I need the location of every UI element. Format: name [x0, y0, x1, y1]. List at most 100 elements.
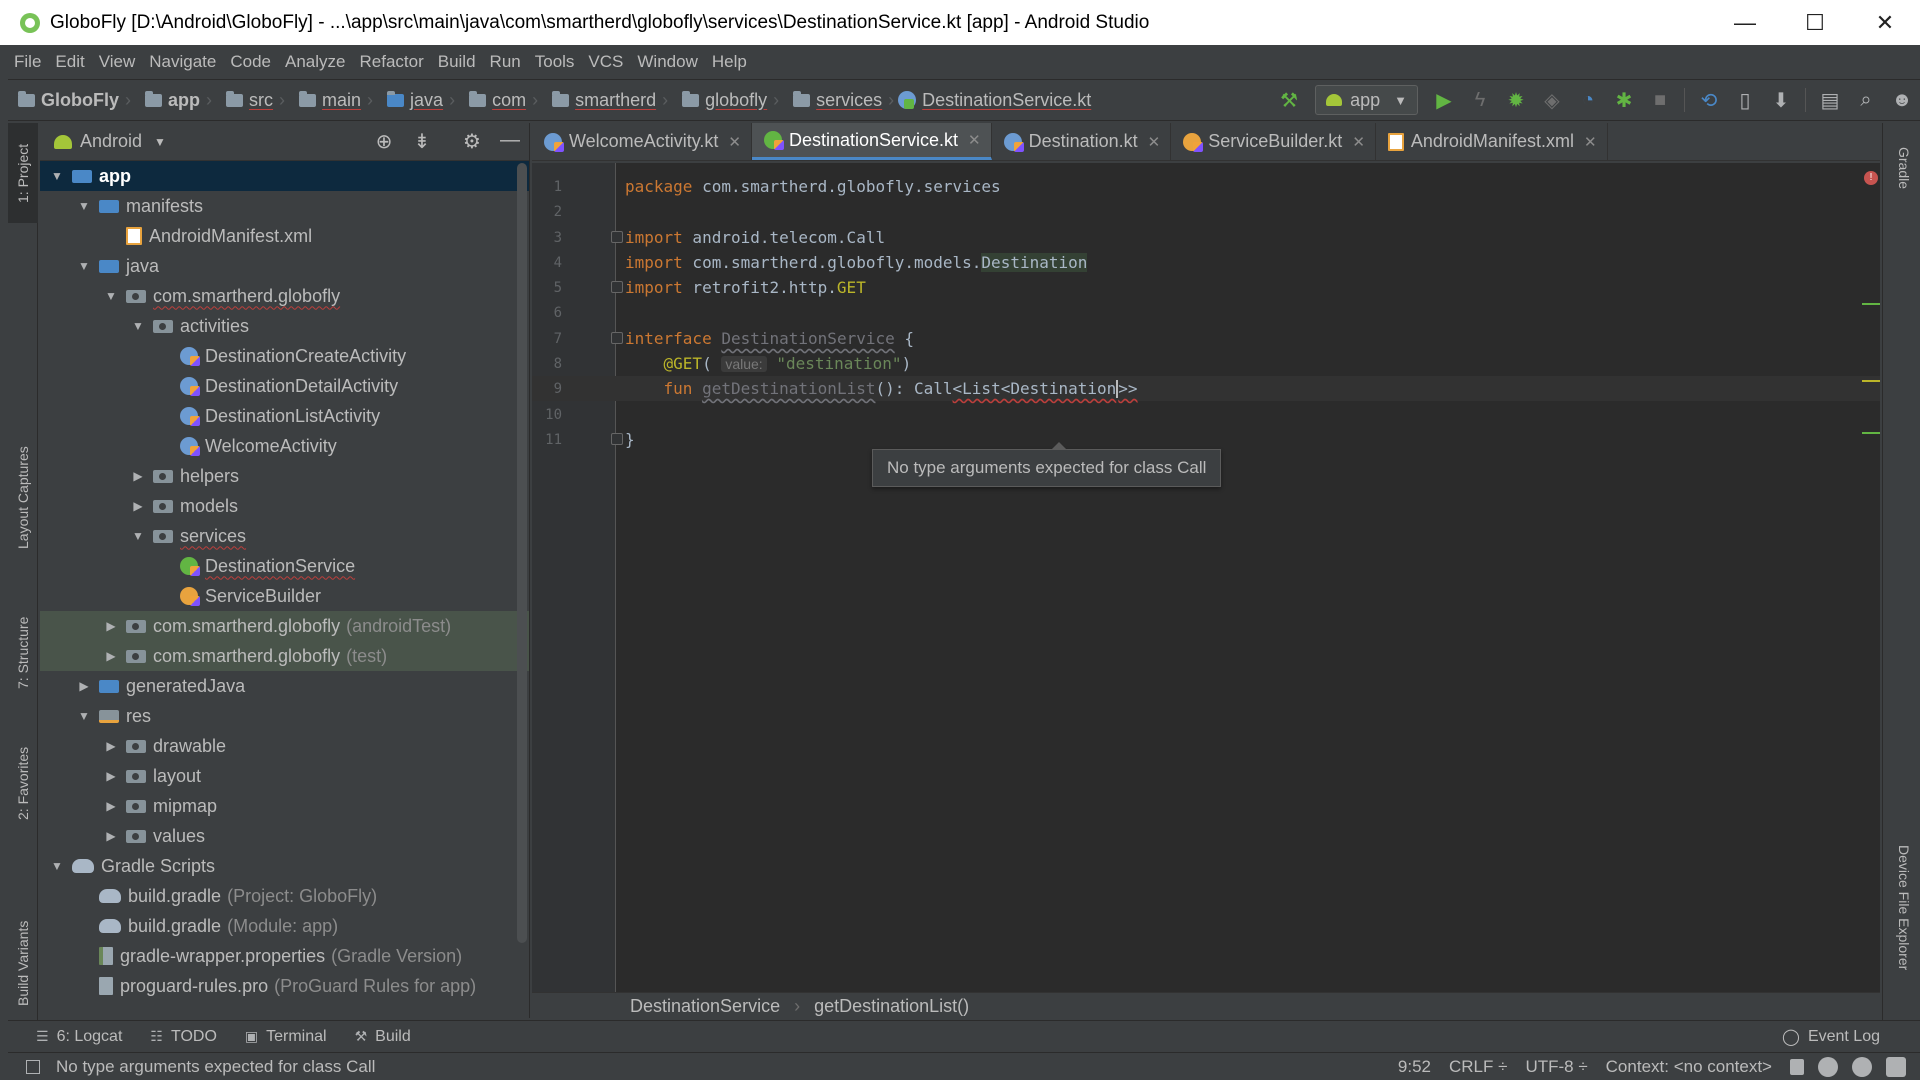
code-editor[interactable]: 1 package com.smartherd.globofly.service…: [532, 163, 1880, 992]
apply-changes-icon[interactable]: ϟ: [1462, 83, 1498, 117]
chevron-right-icon[interactable]: ▶: [129, 469, 147, 483]
tab-build-variants[interactable]: Build Variants: [8, 903, 38, 1023]
chevron-right-icon[interactable]: ▶: [102, 829, 120, 843]
gear-icon[interactable]: ⚙: [453, 129, 491, 154]
tree-item[interactable]: ▼ app: [40, 161, 529, 191]
close-icon[interactable]: ✕: [1352, 133, 1365, 151]
tree-item[interactable]: AndroidManifest.xml: [40, 221, 529, 251]
menu-view[interactable]: View: [99, 52, 136, 72]
chevron-right-icon[interactable]: ▶: [102, 619, 120, 633]
menu-code[interactable]: Code: [230, 52, 271, 72]
tab-todo[interactable]: ☷ TODO: [150, 1028, 217, 1046]
debug-icon[interactable]: ✹: [1498, 83, 1534, 117]
inspector-icon[interactable]: [1818, 1056, 1838, 1077]
profile-icon[interactable]: ◔: [1570, 83, 1606, 117]
line-separator[interactable]: CRLF ÷: [1449, 1057, 1507, 1077]
close-button[interactable]: ✕: [1850, 0, 1920, 45]
error-indicator-icon[interactable]: !: [1864, 171, 1878, 185]
tree-item[interactable]: ▶ helpers: [40, 461, 529, 491]
fold-marker[interactable]: [611, 281, 623, 293]
tree-item[interactable]: ▶ values: [40, 821, 529, 851]
editor-tab[interactable]: AndroidManifest.xml ✕: [1376, 123, 1608, 160]
breadcrumb-java[interactable]: java ›: [377, 90, 455, 111]
tree-item[interactable]: gradle-wrapper.properties (Gradle Version…: [40, 941, 529, 971]
menu-edit[interactable]: Edit: [55, 52, 84, 72]
tree-item[interactable]: ▼ manifests: [40, 191, 529, 221]
chevron-down-icon[interactable]: ▼: [129, 529, 147, 543]
tree-item[interactable]: ▶ com.smartherd.globofly (test): [40, 641, 529, 671]
stop-icon[interactable]: ■: [1642, 83, 1678, 117]
breadcrumb-src[interactable]: src ›: [216, 90, 285, 111]
editor-tab[interactable]: DestinationService.kt ✕: [751, 123, 992, 160]
locate-icon[interactable]: ⊕: [365, 129, 403, 154]
chevron-right-icon[interactable]: ▶: [102, 769, 120, 783]
menu-navigate[interactable]: Navigate: [149, 52, 216, 72]
menu-refactor[interactable]: Refactor: [359, 52, 423, 72]
chevron-down-icon[interactable]: ▼: [75, 199, 93, 213]
tree-item[interactable]: ▼ services: [40, 521, 529, 551]
context-indicator[interactable]: Context: <no context>: [1606, 1057, 1772, 1077]
breadcrumb-module[interactable]: app ›: [135, 90, 212, 111]
tab-gradle[interactable]: Gradle: [1889, 133, 1919, 203]
coverage-icon[interactable]: ◈: [1534, 83, 1570, 117]
tree-item[interactable]: DestinationService: [40, 551, 529, 581]
tab-terminal[interactable]: ▣ Terminal: [245, 1028, 327, 1046]
tree-item[interactable]: ▼ Gradle Scripts: [40, 851, 529, 881]
lock-icon[interactable]: [1790, 1058, 1804, 1075]
file-encoding[interactable]: UTF-8 ÷: [1525, 1057, 1587, 1077]
menu-window[interactable]: Window: [637, 52, 697, 72]
fold-marker[interactable]: [611, 231, 623, 243]
menu-build[interactable]: Build: [438, 52, 476, 72]
warning-marker[interactable]: [1862, 380, 1880, 382]
breadcrumb-interface[interactable]: DestinationService: [630, 996, 780, 1017]
view-mode-select[interactable]: Android: [80, 131, 142, 152]
tab-device-file-explorer[interactable]: Device File Explorer: [1889, 823, 1919, 993]
menu-run[interactable]: Run: [490, 52, 521, 72]
chevron-right-icon[interactable]: ▶: [75, 679, 93, 693]
tree-item[interactable]: ServiceBuilder: [40, 581, 529, 611]
tree-item[interactable]: ▶ drawable: [40, 731, 529, 761]
tree-item[interactable]: ▶ mipmap: [40, 791, 529, 821]
tree-item[interactable]: ▶ com.smartherd.globofly (androidTest): [40, 611, 529, 641]
close-icon[interactable]: ✕: [968, 131, 981, 149]
chevron-right-icon[interactable]: ▶: [102, 739, 120, 753]
tab-favorites[interactable]: 2: Favorites: [8, 723, 38, 843]
breadcrumb-main[interactable]: main ›: [289, 90, 373, 111]
tree-item[interactable]: DestinationListActivity: [40, 401, 529, 431]
search-icon[interactable]: ⌕: [1848, 83, 1884, 117]
sync-icon[interactable]: ⟲: [1691, 83, 1727, 117]
breadcrumb-smartherd[interactable]: smartherd ›: [542, 90, 668, 111]
change-marker[interactable]: [1862, 303, 1880, 305]
fold-marker[interactable]: [611, 433, 623, 445]
chevron-down-icon[interactable]: ▼: [75, 259, 93, 273]
chevron-down-icon[interactable]: ▼: [48, 859, 66, 873]
tree-item[interactable]: ▼ res: [40, 701, 529, 731]
chevron-down-icon[interactable]: ▼: [129, 319, 147, 333]
menu-analyze[interactable]: Analyze: [285, 52, 345, 72]
menu-help[interactable]: Help: [712, 52, 747, 72]
event-log-button[interactable]: ◯ Event Log: [1782, 1027, 1880, 1047]
menu-file[interactable]: File: [14, 52, 41, 72]
tree-item[interactable]: ▼ com.smartherd.globofly: [40, 281, 529, 311]
avd-manager-icon[interactable]: ▯: [1727, 83, 1763, 117]
tree-item[interactable]: ▼ java: [40, 251, 529, 281]
hide-icon[interactable]: —: [491, 129, 529, 154]
chevron-right-icon[interactable]: ▶: [102, 649, 120, 663]
close-icon[interactable]: ✕: [728, 133, 741, 151]
memory-icon[interactable]: [1886, 1056, 1906, 1077]
chevron-down-icon[interactable]: ▼: [154, 135, 166, 149]
tree-item[interactable]: DestinationDetailActivity: [40, 371, 529, 401]
maximize-button[interactable]: ☐: [1780, 0, 1850, 45]
breadcrumb-file[interactable]: DestinationService.kt: [898, 90, 1091, 111]
tree-item[interactable]: DestinationCreateActivity: [40, 341, 529, 371]
close-icon[interactable]: ✕: [1148, 133, 1161, 151]
menu-tools[interactable]: Tools: [535, 52, 575, 72]
tree-item[interactable]: ▶ generatedJava: [40, 671, 529, 701]
tree-item[interactable]: proguard-rules.pro (ProGuard Rules for ap…: [40, 971, 529, 1001]
editor-tab[interactable]: WelcomeActivity.kt ✕: [532, 123, 752, 160]
toggle-tool-windows-icon[interactable]: [26, 1059, 40, 1074]
chevron-right-icon[interactable]: ▶: [102, 799, 120, 813]
tab-build[interactable]: ⚒ Build: [355, 1028, 411, 1046]
tab-layout-captures[interactable]: Layout Captures: [8, 423, 38, 573]
tree-item[interactable]: build.gradle (Module: app): [40, 911, 529, 941]
